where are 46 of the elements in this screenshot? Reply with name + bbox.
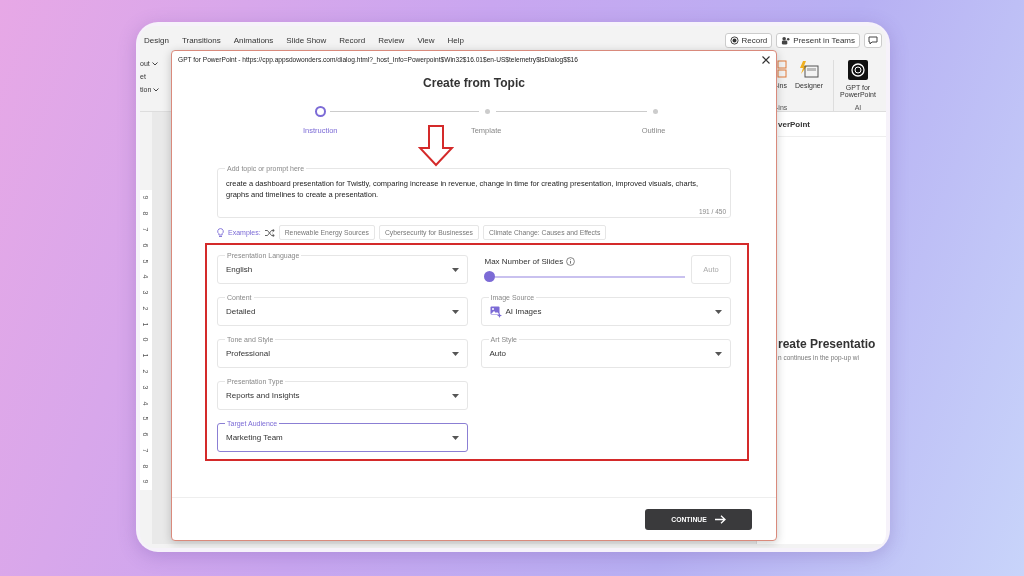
gpt-logo-icon bbox=[848, 60, 868, 80]
slider-thumb[interactable] bbox=[483, 271, 495, 282]
close-icon bbox=[762, 55, 770, 64]
ribbon-tab[interactable]: Review bbox=[378, 35, 405, 45]
ribbon-tab[interactable]: Slide Show bbox=[286, 35, 327, 45]
comment-icon bbox=[868, 35, 878, 45]
close-button[interactable] bbox=[762, 55, 770, 64]
field-value: Marketing Team bbox=[226, 433, 284, 442]
designer-icon bbox=[799, 60, 819, 78]
ribbon-tab[interactable]: View bbox=[417, 35, 435, 45]
teams-icon bbox=[781, 35, 791, 45]
ribbon-tab[interactable]: Transitions bbox=[181, 35, 221, 45]
field-value: Professional bbox=[226, 349, 272, 358]
pane-title: verPoint bbox=[778, 112, 886, 137]
arrow-right-icon bbox=[714, 514, 726, 524]
annotation-arrow bbox=[418, 125, 454, 167]
field-value: Reports and Insights bbox=[226, 391, 301, 400]
dropdown-caret-icon bbox=[451, 393, 459, 398]
add-ins-icon bbox=[777, 60, 787, 78]
dropdown-caret-icon bbox=[451, 351, 459, 356]
dropdown-caret-icon bbox=[451, 435, 459, 440]
shuffle-icon bbox=[264, 228, 275, 237]
pane-heading: reate Presentatio bbox=[778, 337, 877, 351]
present-in-teams-button[interactable]: Present in Teams bbox=[776, 32, 860, 48]
dropdown-caret-icon bbox=[451, 309, 459, 314]
dropdown-caret-icon bbox=[715, 351, 722, 356]
ribbon-tab[interactable]: Design bbox=[144, 35, 169, 45]
ribbon-tab[interactable]: Help bbox=[447, 35, 465, 45]
prompt-field[interactable] bbox=[217, 168, 731, 218]
info-icon bbox=[566, 257, 576, 266]
field-value: AI Images bbox=[505, 307, 543, 316]
caret-icon bbox=[151, 61, 158, 66]
field-value: English bbox=[226, 265, 254, 274]
field-value: Detailed bbox=[226, 307, 257, 316]
record-icon bbox=[729, 35, 739, 45]
ribbon-tab[interactable]: Record bbox=[339, 35, 366, 45]
record-button[interactable]: Record bbox=[724, 32, 773, 48]
dialog-heading: Create from Topic bbox=[422, 76, 526, 90]
field-value: Auto bbox=[489, 349, 507, 358]
caret-icon bbox=[153, 87, 160, 92]
slider-label: Max Number of Slides bbox=[484, 257, 564, 266]
ribbon-tab[interactable]: Animations bbox=[233, 35, 274, 45]
dropdown-caret-icon bbox=[451, 267, 459, 272]
comments-button[interactable] bbox=[864, 32, 882, 48]
lightbulb-icon bbox=[217, 227, 224, 238]
dropdown-caret-icon bbox=[715, 309, 722, 314]
